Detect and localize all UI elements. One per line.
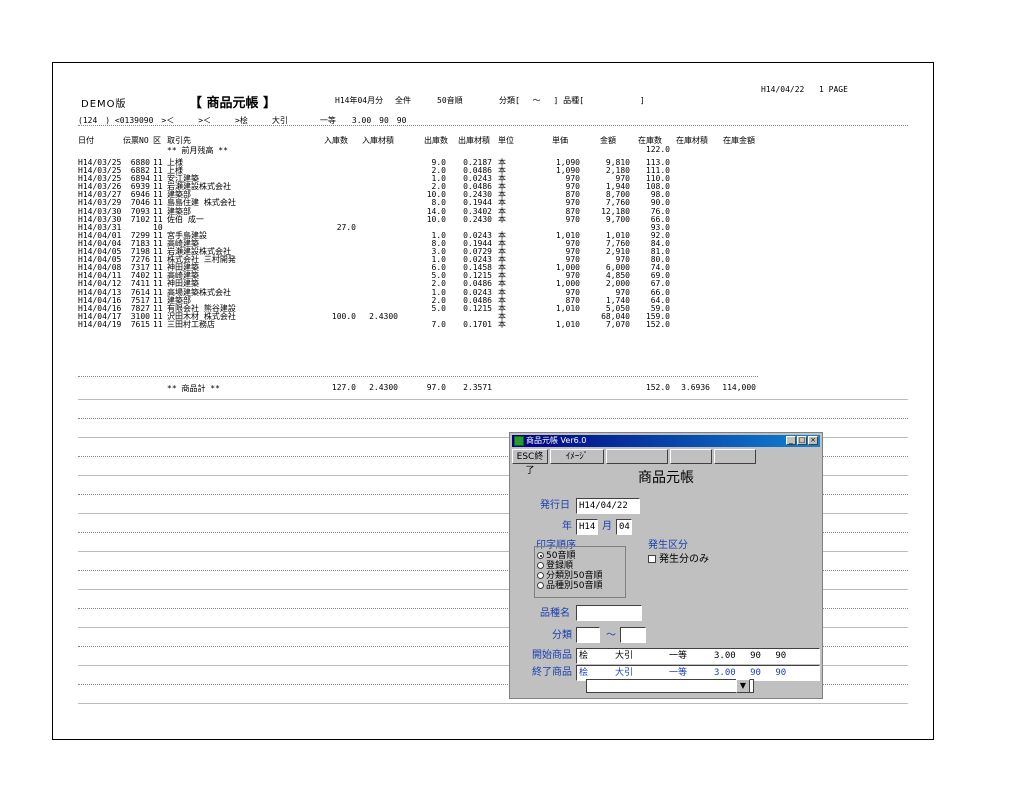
- ledger-dialog-window: 商品元帳 Ver6.0 _ □ × ESC終了 ｲﾒｰｼﾞ 商品元帳 発行日 H…: [509, 432, 823, 699]
- occurrence-label: 発生区分: [648, 540, 688, 551]
- total-label: ** 商品計 **: [167, 384, 220, 393]
- cell-out-qty: 5.0: [431, 303, 446, 313]
- cell-out-vol: 0.1215: [463, 303, 492, 313]
- radio-icon: [537, 562, 544, 569]
- toolbar-blank-button[interactable]: [714, 449, 756, 464]
- year-field[interactable]: H14: [576, 519, 598, 535]
- cell-in-qty: 27.0: [336, 222, 356, 232]
- cell-amount: 7,070: [605, 319, 630, 329]
- opening-stock: 122.0: [645, 145, 670, 154]
- cell-unit: 本: [498, 319, 506, 329]
- maximize-icon[interactable]: □: [797, 436, 807, 445]
- radio-selected-icon: [537, 552, 544, 559]
- cell-party: 佐伯 成一: [167, 214, 204, 224]
- cell-amount: 9,700: [605, 214, 630, 224]
- category-to-field[interactable]: [620, 627, 646, 643]
- cell-out-qty: 7.0: [431, 319, 446, 329]
- table-row: H14/03/25 6880 11 上様 9.0 0.2187 本 1,090 9,810 113…: [78, 159, 778, 167]
- year-label: 年: [562, 521, 572, 532]
- month-field[interactable]: 04: [616, 519, 632, 535]
- dialog-heading: 商品元帳: [638, 470, 694, 486]
- toolbar-blank-button[interactable]: [670, 449, 712, 464]
- cell-in-qty: 100.0: [331, 311, 356, 321]
- variety-field[interactable]: [576, 605, 642, 621]
- cell-no: 7102: [130, 214, 150, 224]
- checkbox-icon: [648, 555, 656, 563]
- end-product-label: 終了商品: [532, 667, 572, 678]
- table-row: H14/04/19 7615 11 三田村工務店 7.0 0.1701 本 1,010 7,07…: [78, 319, 778, 329]
- start-product-field[interactable]: 桧 大引 一等 3.00 90 90: [576, 648, 820, 664]
- cell-no: 7615: [130, 319, 150, 329]
- total-in-vol: 2.4300: [369, 383, 398, 392]
- cell-out-qty: 10.0: [426, 214, 446, 224]
- report-demo-label: DEMO版: [81, 99, 127, 110]
- month-label: 月: [602, 521, 612, 532]
- start-product-label: 開始商品: [532, 650, 572, 661]
- total-out-qty: 97.0: [426, 383, 446, 392]
- toolbar-blank-button[interactable]: [606, 449, 668, 464]
- cell-date: H14/04/19: [78, 319, 122, 329]
- dialog-titlebar[interactable]: 商品元帳 Ver6.0 _ □ ×: [512, 435, 820, 447]
- cell-party: 上様: [167, 158, 183, 167]
- minimize-icon[interactable]: _: [786, 436, 796, 445]
- esc-exit-button[interactable]: ESC終了: [512, 449, 548, 476]
- order-option-50on[interactable]: 50音順: [537, 551, 575, 561]
- close-icon[interactable]: ×: [808, 436, 818, 445]
- cell-price: 1,010: [555, 303, 580, 313]
- chevron-down-icon[interactable]: ▼: [736, 679, 750, 693]
- issue-date-field[interactable]: H14/04/22: [576, 498, 640, 514]
- category-from-field[interactable]: [576, 627, 600, 643]
- total-out-vol: 2.3571: [463, 383, 492, 392]
- report-order: 50音順: [437, 96, 463, 105]
- divider: [78, 125, 908, 126]
- variety-label: 品種名: [540, 608, 570, 619]
- cell-out-vol: 0.2430: [463, 214, 492, 224]
- order-option-category[interactable]: 分類別50音順: [537, 571, 602, 581]
- category-label: 分類: [552, 630, 572, 641]
- range-tilde: ～: [606, 630, 616, 641]
- column-header-row: 日付 伝票NO 区 取引先 入庫数 入庫材積 出庫数 出庫材積 単位 単価 金額…: [78, 135, 838, 145]
- total-in-qty: 127.0: [331, 383, 356, 392]
- ledger-rows: H14/03/25 6880 11 上様 9.0 0.2187 本 1,090 9,810 113…: [78, 159, 778, 329]
- total-stock-amt: 114,000: [722, 383, 756, 392]
- cell-unit: 本: [498, 214, 506, 224]
- report-scope: 全件: [395, 96, 411, 105]
- report-category-filter: 分類[ ～ ] 品種[ ]: [499, 96, 645, 105]
- cell-price: 1,010: [555, 319, 580, 329]
- cell-out-vol: 0.1701: [463, 319, 492, 329]
- product-dropdown-list[interactable]: [586, 679, 754, 693]
- cell-price: 970: [565, 214, 580, 224]
- cell-party: 三田村工務店: [167, 319, 215, 329]
- order-option-registration[interactable]: 登録順: [537, 561, 573, 571]
- report-title: 【 商品元帳 】: [189, 96, 277, 111]
- table-row: H14/03/30 7102 11 佐伯 成一 10.0 0.2430 本 970 9,700 6…: [78, 214, 778, 224]
- total-stock: 152.0: [645, 383, 670, 392]
- divider: [78, 376, 758, 377]
- cell-stock: 152.0: [645, 319, 670, 329]
- opening-balance-row: ** 前月残高 ** 122.0: [78, 145, 778, 155]
- report-page-number: 1 PAGE: [819, 85, 848, 94]
- cell-k: 11: [153, 319, 163, 329]
- report-period: H14年04月分: [335, 96, 384, 105]
- report-print-date: H14/04/22: [761, 85, 805, 94]
- ruled-line: [78, 418, 908, 419]
- ruled-line: [78, 399, 908, 400]
- radio-icon: [537, 572, 544, 579]
- radio-icon: [537, 582, 544, 589]
- app-icon: [514, 436, 524, 446]
- ruled-line: [78, 703, 908, 704]
- opening-label: ** 前月残高 **: [167, 146, 228, 155]
- total-stock-vol: 3.6936: [681, 383, 710, 392]
- image-button[interactable]: ｲﾒｰｼﾞ: [550, 449, 604, 464]
- total-row: ** 商品計 ** 127.0 2.4300 97.0 2.3571 152.0…: [78, 383, 838, 393]
- order-option-variety[interactable]: 品種別50音順: [537, 581, 602, 591]
- cell-in-vol: 2.4300: [369, 311, 398, 321]
- dialog-title: 商品元帳 Ver6.0: [526, 436, 587, 445]
- issue-date-label: 発行日: [540, 500, 570, 511]
- occurrence-only-checkbox[interactable]: 発生分のみ: [648, 555, 709, 565]
